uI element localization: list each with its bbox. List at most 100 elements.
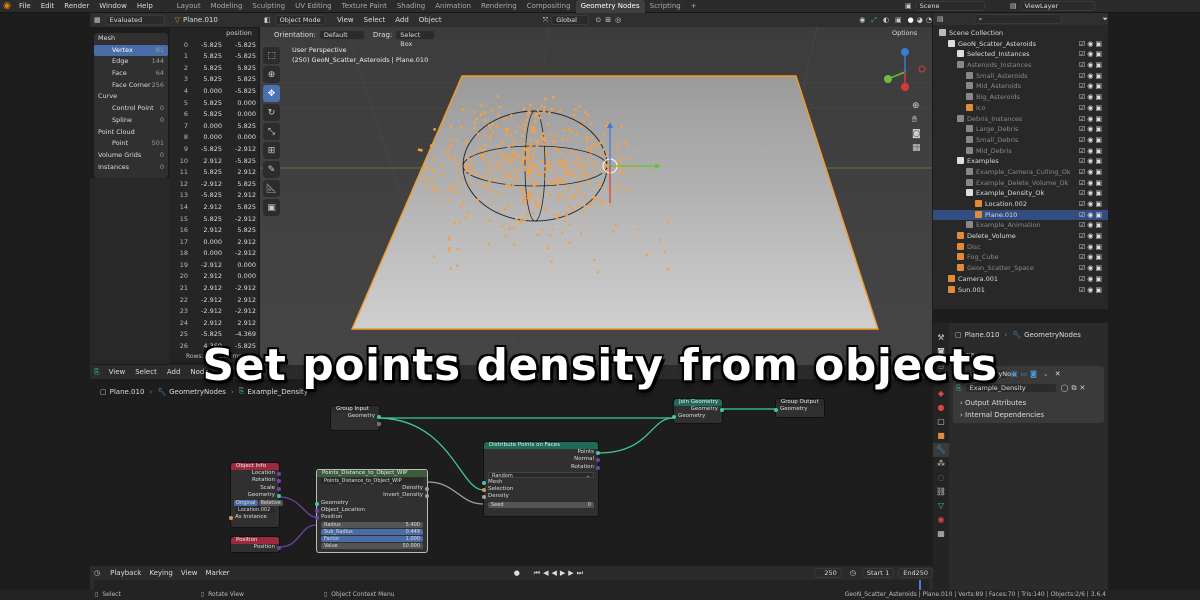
visibility-icon[interactable]: ◉ xyxy=(859,16,865,24)
timeline-menu-marker[interactable]: Marker xyxy=(201,569,233,577)
outliner-item[interactable]: Fog_Cube ☑◉▣ xyxy=(933,252,1108,263)
shading-material-icon[interactable]: ◕ xyxy=(917,16,923,24)
visibility-toggles[interactable]: ☑◉▣ xyxy=(1079,92,1104,103)
start-frame-field[interactable]: Start 1 xyxy=(861,568,895,578)
value-field[interactable]: Value 50.000 xyxy=(321,543,423,550)
scene-field[interactable]: Scene xyxy=(914,1,985,11)
visibility-toggles[interactable]: ☑◉▣ xyxy=(1079,167,1104,178)
pan-icon[interactable]: ✋︎ xyxy=(912,113,921,127)
visibility-toggles[interactable]: ☑◉▣ xyxy=(1079,242,1104,253)
outliner-item[interactable]: Example_Density_Ok ☑◉▣ xyxy=(933,188,1108,199)
camera-view-icon[interactable]: ◙ xyxy=(912,127,921,141)
relative-button[interactable]: Relative xyxy=(258,500,283,507)
visibility-toggles[interactable]: ☑◉▣ xyxy=(1079,39,1104,50)
outliner-item[interactable]: Mid_Asteroids ☑◉▣ xyxy=(933,81,1108,92)
outliner-item[interactable]: Location.002 ☑◉▣ xyxy=(933,199,1108,210)
factor-field[interactable]: Factor 1.000 xyxy=(321,536,423,543)
object-info-node[interactable]: Object Info Location Rotation Scale Geom… xyxy=(229,462,283,528)
visibility-toggles[interactable]: ☑◉▣ xyxy=(1079,188,1104,199)
original-button[interactable]: Original xyxy=(234,500,258,507)
blender-logo-icon[interactable]: ◉ xyxy=(0,1,14,11)
perspective-toggle-icon[interactable]: ▦ xyxy=(912,141,921,155)
add-cube-tool-icon[interactable]: ▣ xyxy=(263,199,280,216)
proportional-edit-icon[interactable]: ◎ xyxy=(615,16,621,24)
group-input-node[interactable]: Group Input Geometry xyxy=(330,405,381,431)
outliner-item[interactable]: Large_Debris ☑◉▣ xyxy=(933,124,1108,135)
tab-texture-paint[interactable]: Texture Paint xyxy=(337,0,392,13)
domain-item[interactable]: Edge 144 xyxy=(94,56,168,68)
domain-item[interactable]: Point Cloud xyxy=(94,127,168,139)
outliner-item[interactable]: Small_Debris ☑◉▣ xyxy=(933,135,1108,146)
visibility-toggles[interactable]: ☑◉▣ xyxy=(1079,156,1104,167)
editor-type-icon[interactable]: ▦ xyxy=(94,16,101,24)
outliner-item[interactable]: Selected_Instances ☑◉▣ xyxy=(933,49,1108,60)
current-frame-field[interactable]: 250 xyxy=(813,568,842,578)
texture-tab-icon[interactable]: ▦ xyxy=(933,527,949,541)
menu-help[interactable]: Help xyxy=(132,0,158,13)
domain-item[interactable]: Spline 0 xyxy=(94,115,168,127)
visibility-toggles[interactable]: ☑◉▣ xyxy=(1079,49,1104,60)
visibility-toggles[interactable]: ☑◉▣ xyxy=(1079,103,1104,114)
menu-select[interactable]: Select xyxy=(359,16,391,24)
tab-scripting[interactable]: Scripting xyxy=(645,0,686,13)
timeline-editor-icon[interactable]: ◷ xyxy=(94,569,100,577)
sub-radius-field[interactable]: Sub_Radius 0.449 xyxy=(321,529,423,536)
visibility-toggles[interactable]: ☑◉▣ xyxy=(1079,210,1104,221)
modifier-tab-icon[interactable]: 🔧︎ xyxy=(933,443,949,457)
rotate-tool-icon[interactable]: ↻ xyxy=(263,104,280,121)
domain-item[interactable]: Vertex 81 xyxy=(94,44,168,57)
timeline-track[interactable] xyxy=(94,580,929,590)
visibility-toggles[interactable]: ☑◉▣ xyxy=(1079,71,1104,82)
visibility-toggles[interactable]: ☑◉▣ xyxy=(1079,263,1104,274)
outliner-item[interactable]: Small_Asteroids ☑◉▣ xyxy=(933,71,1108,82)
visibility-toggles[interactable]: ☑◉▣ xyxy=(1079,220,1104,231)
visibility-toggles[interactable]: ☑◉▣ xyxy=(1079,285,1104,296)
cursor-tool-icon[interactable]: ⊕ xyxy=(263,66,280,83)
transform-tool-icon[interactable]: ⊞ xyxy=(263,142,280,159)
particles-tab-icon[interactable]: ⁂ xyxy=(933,457,949,471)
record-icon[interactable]: ● xyxy=(514,569,520,577)
add-workspace-icon[interactable]: + xyxy=(686,0,702,13)
3d-viewport[interactable]: ◧ Object Mode View Select Add Object ⤧ G… xyxy=(260,13,932,365)
domain-item[interactable]: Volume Grids 0 xyxy=(94,150,168,162)
physics-tab-icon[interactable]: ◌ xyxy=(933,471,949,485)
tab-shading[interactable]: Shading xyxy=(392,0,430,13)
options-dropdown[interactable]: Options xyxy=(888,29,928,39)
select-box-tool-icon[interactable]: ⬚ xyxy=(263,47,280,64)
domain-item[interactable]: Control Point 0 xyxy=(94,103,168,115)
outliner-item[interactable]: Delete_Volume ☑◉▣ xyxy=(933,231,1108,242)
menu-view[interactable]: View xyxy=(332,16,359,24)
menu-window[interactable]: Window xyxy=(94,0,132,13)
visibility-toggles[interactable]: ☑◉▣ xyxy=(1079,146,1104,157)
tab-compositing[interactable]: Compositing xyxy=(522,0,576,13)
points-distance-group-node[interactable]: Points_Distance_to_Object_WIP Points_Dis… xyxy=(315,469,429,553)
shading-rendered-icon[interactable]: ◔ xyxy=(926,16,932,24)
constraints-tab-icon[interactable]: ⛓︎ xyxy=(933,485,949,499)
object-picker[interactable]: Location.002 xyxy=(235,507,275,514)
outliner-item[interactable]: Plane.010 ☑◉▣ xyxy=(933,209,1108,221)
shading-solid-icon[interactable]: ● xyxy=(908,16,914,24)
tab-rendering[interactable]: Rendering xyxy=(476,0,522,13)
view-layer-selector[interactable]: ▤ ViewLayer xyxy=(1010,1,1095,11)
scene-selector[interactable]: ▣ Scene xyxy=(905,1,985,11)
tab-layout[interactable]: Layout xyxy=(172,0,206,13)
playhead[interactable] xyxy=(919,580,921,590)
distribute-points-node[interactable]: Distribute Points on Faces Points Normal… xyxy=(482,441,600,517)
visibility-toggles[interactable]: ☑◉▣ xyxy=(1079,252,1104,263)
tab-sculpting[interactable]: Sculpting xyxy=(247,0,290,13)
visibility-toggles[interactable]: ☑◉▣ xyxy=(1079,274,1104,285)
transform-orientation-dropdown[interactable]: Global xyxy=(551,15,590,25)
editor-type-icon[interactable]: ◧ xyxy=(264,16,271,24)
visibility-toggles[interactable]: ☑◉▣ xyxy=(1079,135,1104,146)
tab-uv-editing[interactable]: UV Editing xyxy=(290,0,337,13)
menu-render[interactable]: Render xyxy=(59,0,94,13)
tab-modeling[interactable]: Modeling xyxy=(206,0,248,13)
visibility-toggles[interactable]: ☑◉▣ xyxy=(1079,114,1104,125)
outliner-item[interactable]: Sun.001 ☑◉▣ xyxy=(933,285,1108,296)
menu-edit[interactable]: Edit xyxy=(36,0,60,13)
outliner-item[interactable]: Example_Animation ☑◉▣ xyxy=(933,220,1108,231)
snap-icon[interactable]: ⊞ xyxy=(605,16,611,24)
domain-item[interactable]: Face Corner 256 xyxy=(94,80,168,92)
outliner-item[interactable]: Example_Delete_Volume_Ok ☑◉▣ xyxy=(933,178,1108,189)
outliner-item[interactable]: Geon_Scatter_Space ☑◉▣ xyxy=(933,263,1108,274)
